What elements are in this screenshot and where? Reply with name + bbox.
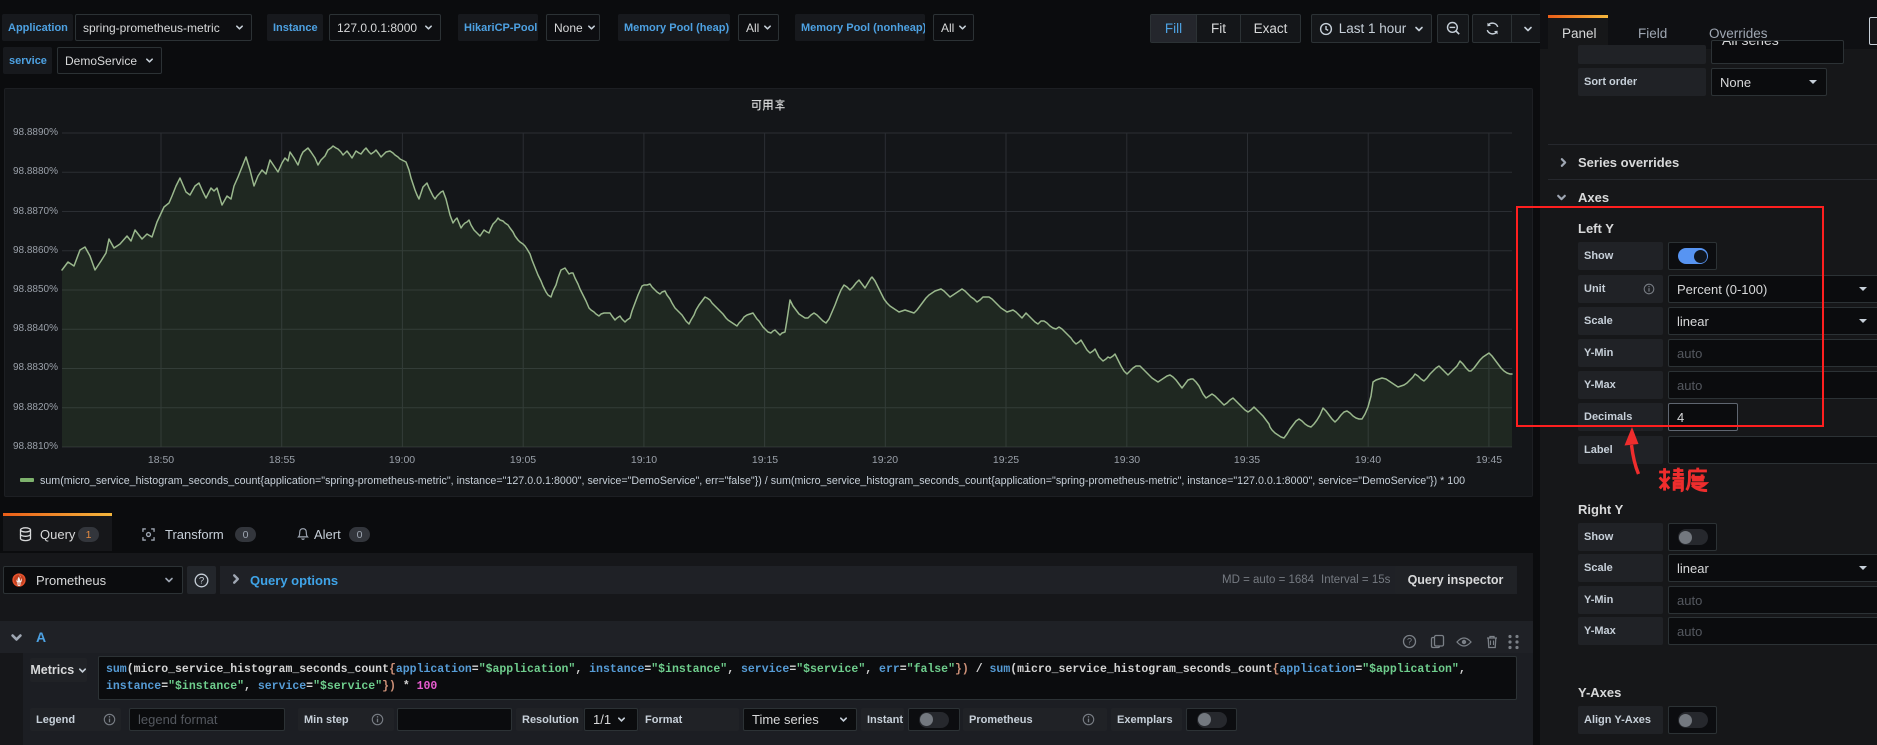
svg-text:?: ? [1407, 637, 1412, 647]
svg-text:?: ? [199, 575, 204, 586]
